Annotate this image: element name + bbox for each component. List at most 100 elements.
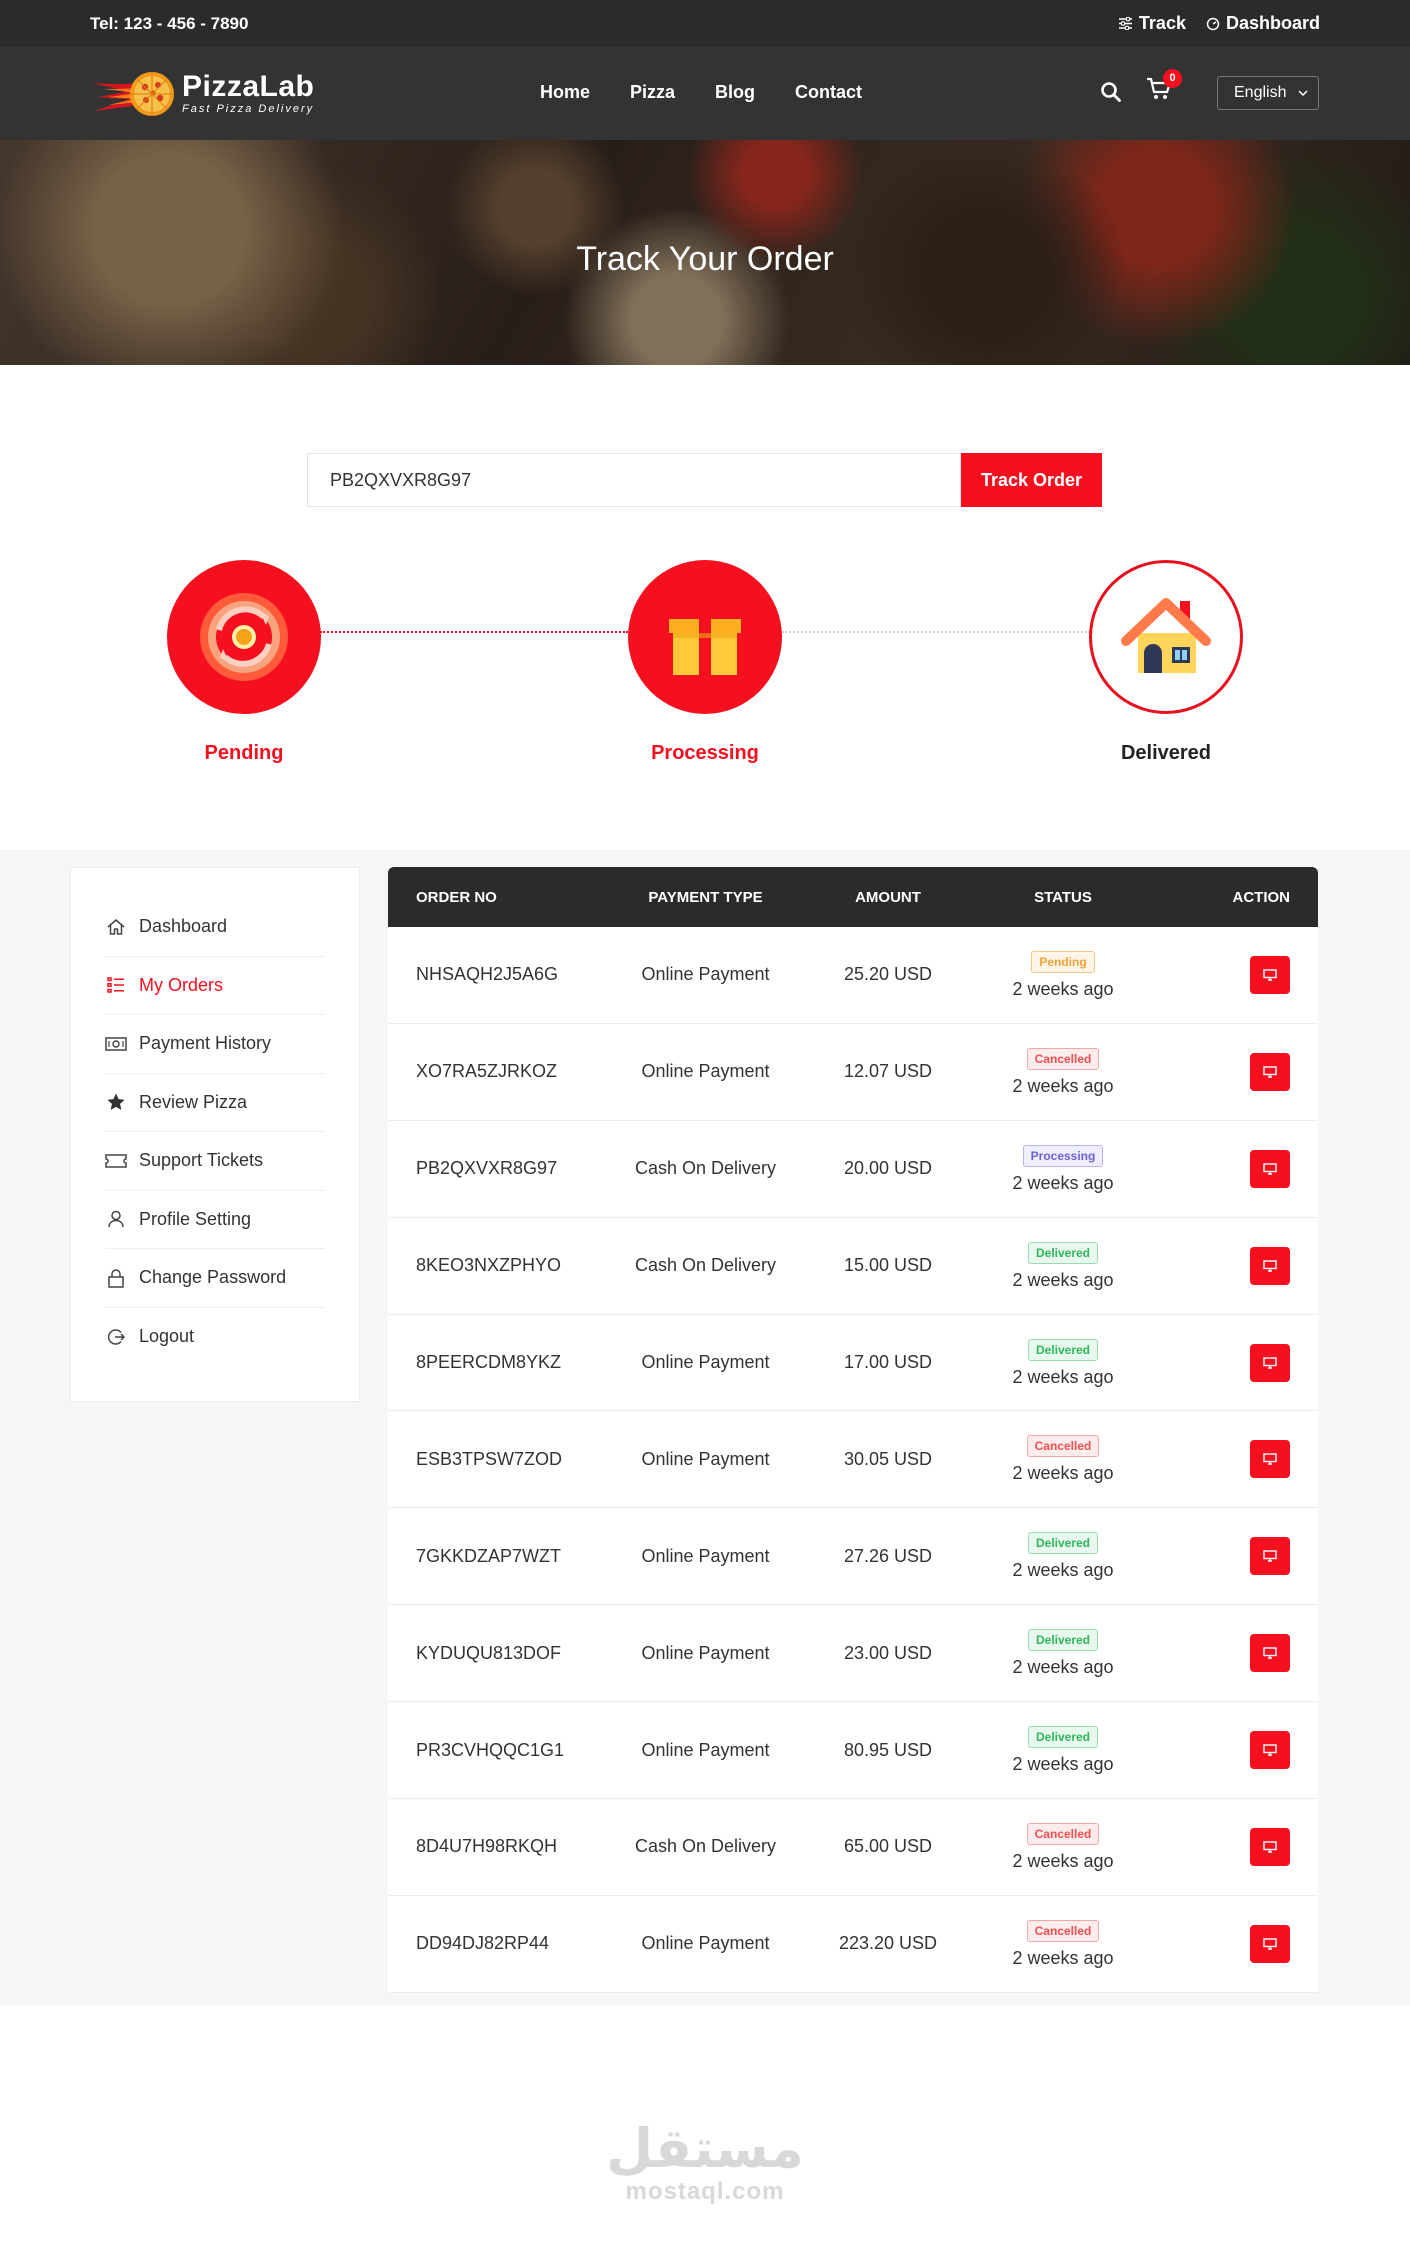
status-cell: Pending 2 weeks ago	[983, 950, 1143, 1000]
view-order-button[interactable]	[1250, 1149, 1290, 1188]
table-row: 8KEO3NXZPHYO Cash On Delivery 15.00 USD Del…	[388, 1218, 1318, 1315]
brand-tagline: Fast Pizza Delivery	[182, 103, 315, 115]
status-badge: Delivered	[1027, 1338, 1099, 1361]
table-row: XO7RA5ZJRKOZ Online Payment 12.07 USD Cance…	[388, 1024, 1318, 1121]
view-order-button[interactable]	[1250, 1731, 1290, 1770]
sidebar-item-my-orders[interactable]: My Orders	[105, 957, 325, 1015]
nav-home[interactable]: Home	[540, 82, 590, 103]
status-badge: Cancelled	[1026, 1047, 1100, 1070]
status-time: 2 weeks ago	[1012, 1172, 1114, 1193]
status-time: 2 weeks ago	[1012, 978, 1114, 999]
ticket-icon	[105, 1150, 127, 1172]
sidebar-item-payment-history[interactable]: Payment History	[105, 1015, 325, 1074]
amount: 25.20 USD	[843, 964, 933, 985]
sidebar-item-label: Review Pizza	[139, 1091, 248, 1112]
cash-icon	[105, 1033, 127, 1055]
table-row: DD94DJ82RP44 Online Payment 223.20 USD Canc…	[388, 1896, 1318, 1993]
sidebar-item-change-password[interactable]: Change Password	[105, 1249, 325, 1308]
table-row: 8PEERCDM8YKZ Online Payment 17.00 USD Deliv…	[388, 1315, 1318, 1412]
view-order-button[interactable]	[1250, 1537, 1290, 1576]
sidebar-item-label: Support Tickets	[139, 1150, 264, 1171]
progress-line-2	[782, 631, 1090, 633]
cart-button[interactable]: 0	[1146, 69, 1182, 106]
sidebar-item-dashboard[interactable]: Dashboard	[105, 898, 325, 957]
monitor-icon	[1263, 1163, 1277, 1175]
track-order-button[interactable]: Track Order	[961, 453, 1102, 507]
table-row: PB2QXVXR8G97 Cash On Delivery 20.00 USD Pro…	[388, 1121, 1318, 1218]
cart-count-badge: 0	[1163, 69, 1182, 88]
view-order-button[interactable]	[1250, 1924, 1290, 1963]
status-badge: Cancelled	[1026, 1435, 1100, 1458]
main-header: PizzaLab Fast Pizza Delivery Home Pizza …	[0, 47, 1410, 140]
nav-contact[interactable]: Contact	[795, 82, 862, 103]
track-link-label: Track	[1138, 13, 1186, 33]
gift-icon	[669, 606, 741, 675]
status-cell: Cancelled 2 weeks ago	[983, 1434, 1143, 1484]
dashboard-link[interactable]: Dashboard	[1206, 13, 1320, 34]
view-order-button[interactable]	[1250, 1052, 1290, 1091]
order-number: 8PEERCDM8YKZ	[416, 1352, 562, 1372]
monitor-icon	[1263, 1647, 1277, 1659]
search-icon[interactable]	[1100, 81, 1122, 103]
amount: 20.00 USD	[843, 1158, 933, 1179]
sidebar-item-label: Payment History	[139, 1033, 272, 1054]
status-cell: Cancelled 2 weeks ago	[983, 1047, 1143, 1097]
status-cell: Processing 2 weeks ago	[983, 1144, 1143, 1194]
sidebar-item-profile-setting[interactable]: Profile Setting	[105, 1191, 325, 1249]
sidebar-item-support-tickets[interactable]: Support Tickets	[105, 1132, 325, 1191]
view-order-button[interactable]	[1250, 1246, 1290, 1285]
view-order-button[interactable]	[1250, 1440, 1290, 1479]
monitor-icon	[1263, 969, 1277, 981]
status-cell: Delivered 2 weeks ago	[983, 1338, 1143, 1388]
amount: 12.07 USD	[843, 1061, 933, 1082]
amount: 223.20 USD	[838, 1933, 938, 1954]
payment-type: Online Payment	[641, 1739, 770, 1760]
view-order-button[interactable]	[1250, 1827, 1290, 1866]
orders-table: ORDER NO PAYMENT TYPE AMOUNT STATUS ACTI…	[388, 867, 1318, 1993]
view-order-button[interactable]	[1250, 1634, 1290, 1673]
home-icon	[105, 916, 127, 938]
order-number-input[interactable]	[307, 453, 961, 507]
status-time: 2 weeks ago	[1012, 1947, 1114, 1968]
amount: 30.05 USD	[843, 1448, 933, 1469]
status-cell: Delivered 2 weeks ago	[983, 1531, 1143, 1581]
monitor-icon	[1263, 1744, 1277, 1756]
pizza-logo-icon	[92, 72, 174, 116]
sidebar-item-logout[interactable]: Logout	[105, 1308, 325, 1367]
table-row: KYDUQU813DOF Online Payment 23.00 USD Deliv…	[388, 1605, 1318, 1703]
nav-pizza[interactable]: Pizza	[630, 82, 675, 103]
sidebar: Dashboard My Orders Payment History Revi…	[70, 867, 360, 1402]
watermark-latin: mostaql.com	[625, 2178, 785, 2205]
nav-blog[interactable]: Blog	[715, 82, 755, 103]
view-order-button[interactable]	[1250, 1343, 1290, 1382]
language-value: English	[1234, 84, 1287, 101]
payment-type: Online Payment	[641, 1448, 770, 1469]
col-amount: AMOUNT	[855, 888, 921, 906]
language-select[interactable]: English	[1217, 76, 1319, 110]
sidebar-item-review-pizza[interactable]: Review Pizza	[105, 1074, 325, 1132]
col-status: STATUS	[1034, 888, 1092, 906]
table-body: NHSAQH2J5A6G Online Payment 25.20 USD Pendi…	[388, 927, 1318, 1993]
step-delivered-label: Delivered	[1120, 742, 1212, 764]
main-nav: Home Pizza Blog Contact	[540, 82, 862, 103]
amount: 65.00 USD	[843, 1836, 933, 1857]
amount: 17.00 USD	[843, 1352, 933, 1372]
order-number: ESB3TPSW7ZOD	[416, 1448, 563, 1469]
logo[interactable]: PizzaLab Fast Pizza Delivery	[90, 69, 314, 119]
status-badge: Pending	[1031, 950, 1095, 973]
step-processing: Processing	[625, 560, 785, 765]
page-title: Track Your Order	[576, 240, 834, 278]
payment-type: Online Payment	[641, 1933, 770, 1954]
status-badge: Processing	[1022, 1144, 1104, 1167]
top-bar: Tel: 123 - 456 - 7890 Track Dashboard	[0, 0, 1410, 47]
sidebar-item-label: Dashboard	[139, 916, 228, 937]
track-link[interactable]: Track	[1118, 13, 1186, 34]
order-number: PR3CVHQQC1G1	[416, 1739, 565, 1760]
view-order-button[interactable]	[1250, 955, 1290, 994]
sidebar-item-label: Profile Setting	[139, 1208, 252, 1229]
chevron-down-icon	[1298, 90, 1308, 96]
sidebar-item-label: My Orders	[139, 974, 224, 995]
status-cell: Cancelled 2 weeks ago	[983, 1822, 1143, 1872]
status-cell: Delivered 2 weeks ago	[983, 1628, 1143, 1678]
step-pending-label: Pending	[204, 742, 284, 764]
